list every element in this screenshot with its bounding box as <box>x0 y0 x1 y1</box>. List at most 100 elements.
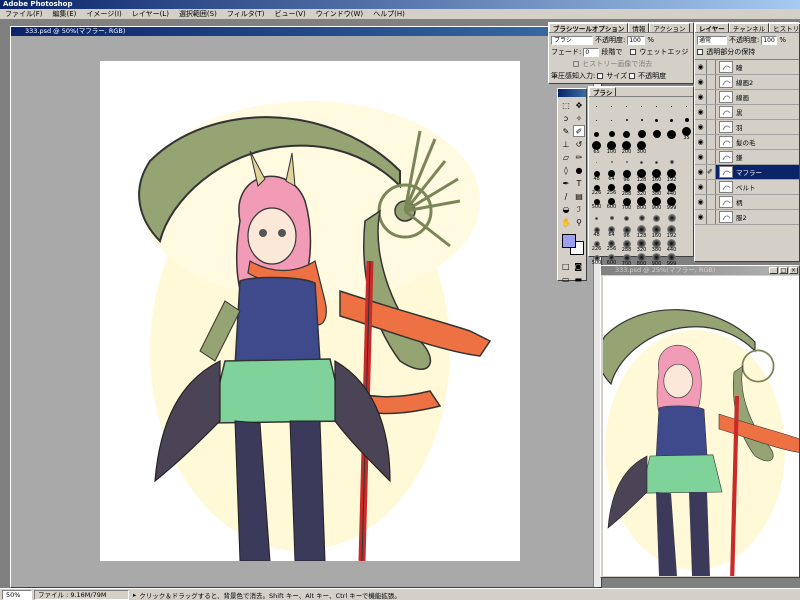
brush-preset[interactable]: 256 <box>604 183 619 197</box>
status-arrow-icon[interactable]: ▸ <box>133 591 136 599</box>
tab-layers[interactable]: レイヤー <box>695 23 729 33</box>
brush-preset[interactable]: 96 <box>619 225 634 239</box>
brush-preset[interactable]: 440 <box>664 183 679 197</box>
brush-preset[interactable]: 96 <box>619 169 634 183</box>
brush-preset[interactable] <box>619 113 634 127</box>
brush-preset[interactable]: 300 <box>634 141 649 155</box>
brush-preset[interactable] <box>664 99 679 113</box>
magic-wand-tool-icon[interactable]: ✧ <box>573 112 585 124</box>
brush-preset[interactable]: 160 <box>649 169 664 183</box>
brush-preset[interactable] <box>679 183 694 197</box>
brush-preset[interactable]: 700 <box>619 197 634 211</box>
brush-preset[interactable] <box>679 169 694 183</box>
brush-indicator-icon[interactable]: ✐ <box>707 165 716 179</box>
preview-titlebar[interactable]: 333.psd @ 25%(マフラー, RGB) _ □ × <box>601 266 799 275</box>
brush-preset[interactable] <box>649 127 664 141</box>
close-button[interactable]: × <box>789 267 798 274</box>
link-slot[interactable] <box>707 135 716 149</box>
brush-preset[interactable] <box>664 155 679 169</box>
brush-preset[interactable]: 128 <box>634 225 649 239</box>
layer-row[interactable]: ◉ ✐ マフラー <box>695 165 799 180</box>
brush-preset[interactable]: 600 <box>604 253 619 267</box>
eye-icon[interactable]: ◉ <box>695 165 707 179</box>
brush-preset[interactable] <box>664 211 679 225</box>
brush-preset[interactable]: 288 <box>619 239 634 253</box>
brush-preset[interactable] <box>589 113 604 127</box>
brush-preset[interactable]: 160 <box>649 225 664 239</box>
brush-preset[interactable]: 999 <box>664 253 679 267</box>
brush-preset[interactable] <box>679 141 694 155</box>
lasso-tool-icon[interactable]: ↄ <box>560 112 572 124</box>
brush-preset[interactable] <box>664 127 679 141</box>
file-size-info[interactable]: ファイル : 9.16M/79M <box>34 589 129 600</box>
blur-tool-icon[interactable]: ◊ <box>560 164 572 176</box>
brush-preset[interactable] <box>679 239 694 253</box>
brush-mode-select[interactable]: ブラシ <box>551 35 593 45</box>
brush-preset[interactable] <box>604 155 619 169</box>
preview-canvas[interactable] <box>603 276 799 576</box>
brush-preset[interactable] <box>589 99 604 113</box>
link-slot[interactable] <box>707 75 716 89</box>
brush-preset[interactable]: 700 <box>619 253 634 267</box>
toolbox-titlebar[interactable] <box>558 89 586 97</box>
brush-preset[interactable] <box>664 141 679 155</box>
pen-tool-icon[interactable]: ✒ <box>560 177 572 189</box>
brush-preset[interactable]: 35 <box>679 127 694 141</box>
zoom-tool-icon[interactable]: ⚲ <box>573 216 585 228</box>
brush-preset[interactable] <box>634 113 649 127</box>
maximize-button[interactable]: □ <box>779 267 788 274</box>
menu-help[interactable]: ヘルプ(H) <box>368 9 410 19</box>
eye-icon[interactable]: ◉ <box>695 180 707 194</box>
brush-preset[interactable] <box>619 99 634 113</box>
dodge-tool-icon[interactable]: ● <box>573 164 585 176</box>
minimize-button[interactable]: _ <box>769 267 778 274</box>
menu-image[interactable]: イメージ(I) <box>81 9 126 19</box>
brush-preset[interactable]: 226 <box>589 183 604 197</box>
brush-preset[interactable]: 48 <box>589 225 604 239</box>
brush-preset[interactable]: 600 <box>604 197 619 211</box>
gradient-tool-icon[interactable]: ▤ <box>573 190 585 202</box>
brush-preset[interactable]: 800 <box>634 253 649 267</box>
pressure-opacity-checkbox[interactable] <box>629 73 636 79</box>
pressure-size-checkbox[interactable] <box>597 73 604 79</box>
brush-preset[interactable]: 256 <box>604 239 619 253</box>
eye-icon[interactable]: ◉ <box>695 60 707 74</box>
layer-row[interactable]: ◉ 服2 <box>695 210 799 225</box>
brush-preset[interactable]: 65 <box>589 141 604 155</box>
blend-mode-select[interactable]: 通常 <box>697 35 727 45</box>
brush-tool-icon[interactable]: ✐ <box>573 125 585 137</box>
brush-preset[interactable] <box>604 127 619 141</box>
brush-preset[interactable]: 999 <box>664 197 679 211</box>
layer-row[interactable]: ◉ 柄 <box>695 195 799 210</box>
brush-preset[interactable]: 800 <box>634 197 649 211</box>
link-slot[interactable] <box>707 105 716 119</box>
brush-preset[interactable]: 226 <box>589 239 604 253</box>
preserve-transparency-checkbox[interactable] <box>697 49 703 55</box>
menu-filter[interactable]: フィルタ(T) <box>222 9 270 19</box>
brush-preset[interactable]: 192 <box>664 169 679 183</box>
airbrush-tool-icon[interactable]: ✎ <box>560 125 572 137</box>
layer-row[interactable]: ◉ 髪の毛 <box>695 135 799 150</box>
brush-preset[interactable]: 440 <box>664 239 679 253</box>
layer-row[interactable]: ◉ ベルト <box>695 180 799 195</box>
layer-row[interactable]: ◉ 線画2 <box>695 75 799 90</box>
brush-preset[interactable] <box>649 211 664 225</box>
brush-preset[interactable] <box>679 99 694 113</box>
layer-row[interactable]: ◉ 羽 <box>695 120 799 135</box>
bucket-tool-icon[interactable]: ◒ <box>560 203 572 215</box>
foreground-color-swatch[interactable] <box>562 234 576 248</box>
eye-icon[interactable]: ◉ <box>695 105 707 119</box>
hand-tool-icon[interactable]: ✋ <box>560 216 572 228</box>
menu-select[interactable]: 選択範囲(S) <box>174 9 222 19</box>
eye-icon[interactable]: ◉ <box>695 210 707 224</box>
brush-preset[interactable]: 900 <box>649 253 664 267</box>
fade-input[interactable]: 0 <box>583 47 600 57</box>
eye-icon[interactable]: ◉ <box>695 90 707 104</box>
tab-actions[interactable]: アクション <box>649 23 690 33</box>
brush-preset[interactable]: 100 <box>604 141 619 155</box>
stamp-tool-icon[interactable]: ⊥ <box>560 138 572 150</box>
pencil-tool-icon[interactable]: ✏ <box>573 151 585 163</box>
marquee-tool-icon[interactable]: ⬚ <box>560 99 572 111</box>
brush-preset[interactable]: 900 <box>649 197 664 211</box>
layer-row[interactable]: ◉ 黒 <box>695 105 799 120</box>
